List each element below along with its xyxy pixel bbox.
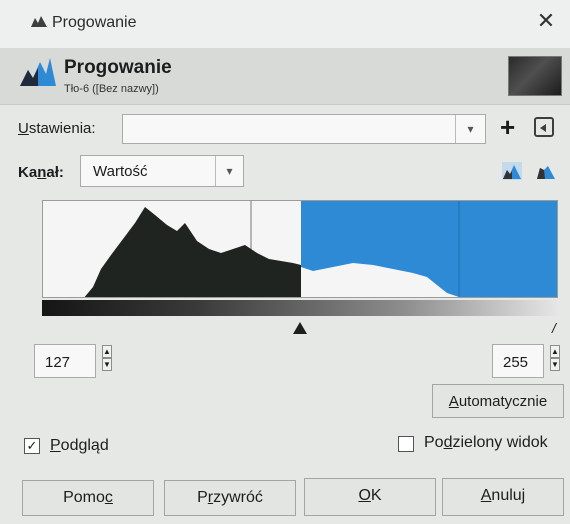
chevron-down-icon[interactable]: ▾ bbox=[455, 115, 485, 143]
chevron-down-icon[interactable]: ▾ bbox=[215, 156, 243, 186]
low-threshold-handle[interactable] bbox=[293, 322, 307, 334]
preset-menu-icon[interactable] bbox=[534, 117, 554, 137]
header-subtitle: Tło-6 ([Bez nazwy]) bbox=[64, 83, 159, 95]
threshold-icon bbox=[20, 58, 56, 86]
channel-value: Wartość bbox=[93, 163, 148, 180]
channel-label: Kanał: bbox=[18, 164, 64, 181]
high-threshold-handle[interactable]: / bbox=[552, 320, 556, 336]
value-gradient-bar bbox=[42, 300, 558, 316]
window-title: Progowanie bbox=[52, 14, 137, 31]
histogram-plot bbox=[84, 201, 557, 297]
high-threshold-input[interactable]: 255 bbox=[492, 344, 544, 378]
close-button[interactable]: ✕ bbox=[534, 10, 558, 34]
threshold-app-icon bbox=[31, 16, 47, 27]
split-view-label[interactable]: Podzielony widok bbox=[424, 434, 548, 452]
increment-icon[interactable]: ▲ bbox=[550, 345, 560, 358]
channel-combo[interactable]: Wartość ▾ bbox=[80, 155, 244, 187]
auto-button[interactable]: Automatycznie bbox=[432, 384, 564, 418]
histogram bbox=[42, 200, 558, 298]
low-threshold-input[interactable]: 127 bbox=[34, 344, 96, 378]
decrement-icon[interactable]: ▼ bbox=[102, 358, 112, 371]
settings-label: Ustawienia: bbox=[18, 120, 96, 137]
split-view-checkbox[interactable] bbox=[398, 436, 414, 452]
ok-button[interactable]: OK bbox=[304, 478, 436, 516]
reset-button[interactable]: Przywróć bbox=[164, 480, 296, 516]
help-button[interactable]: Pomoc bbox=[22, 480, 154, 516]
linear-histogram-icon[interactable] bbox=[502, 162, 522, 180]
cancel-button[interactable]: Anuluj bbox=[442, 478, 564, 516]
low-threshold-stepper[interactable]: ▲ ▼ bbox=[102, 345, 112, 371]
decrement-icon[interactable]: ▼ bbox=[550, 358, 560, 371]
image-thumbnail bbox=[508, 56, 562, 96]
threshold-slider[interactable]: / bbox=[42, 316, 558, 340]
preview-checkbox[interactable]: ✓ bbox=[24, 438, 40, 454]
preview-label[interactable]: Podgląd bbox=[50, 437, 109, 455]
header-title: Progowanie bbox=[64, 57, 172, 78]
add-preset-button[interactable]: + bbox=[500, 113, 515, 141]
increment-icon[interactable]: ▲ bbox=[102, 345, 112, 358]
log-histogram-icon[interactable] bbox=[536, 162, 556, 180]
settings-combo[interactable]: ▾ bbox=[122, 114, 486, 144]
high-threshold-stepper[interactable]: ▲ ▼ bbox=[550, 345, 560, 371]
